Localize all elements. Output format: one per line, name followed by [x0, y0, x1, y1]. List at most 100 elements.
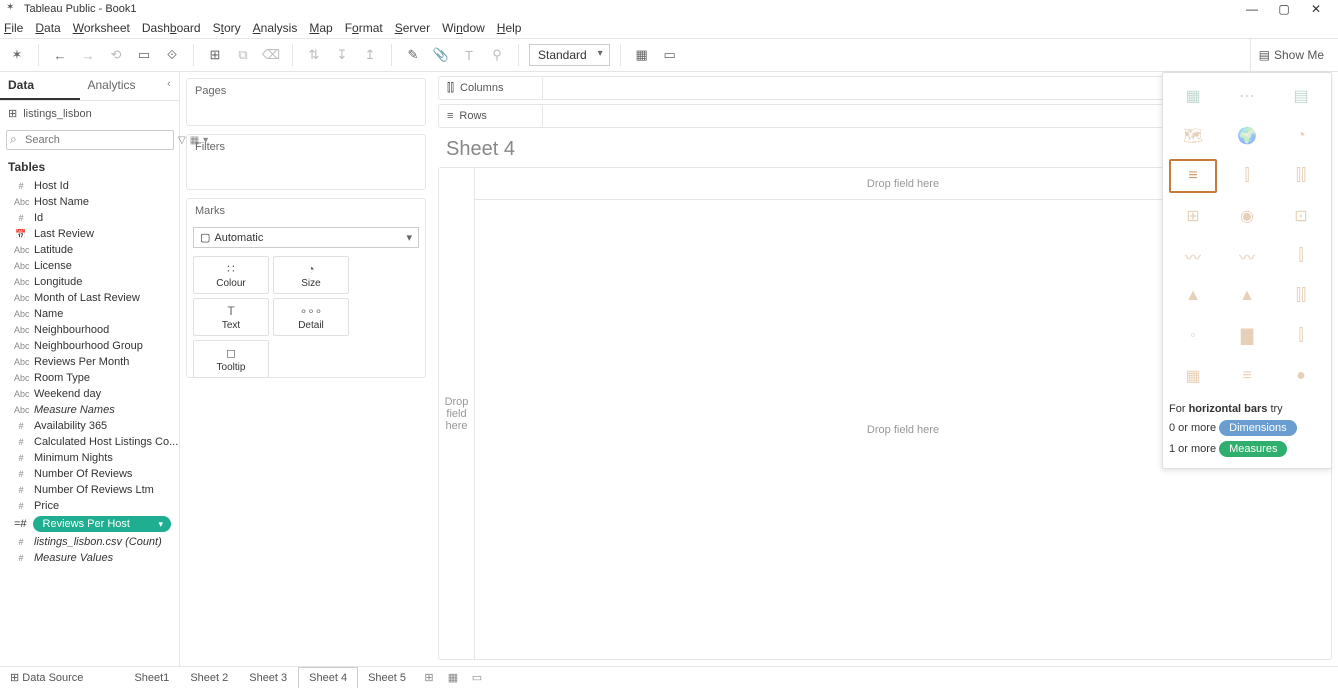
search-input[interactable] [6, 130, 174, 150]
tab-sheet-2[interactable]: Sheet 2 [180, 668, 239, 688]
drop-left-zone[interactable]: Drop field here [439, 168, 475, 659]
pin-icon[interactable]: 📎 [430, 44, 452, 66]
field-host-id[interactable]: #Host Id [0, 178, 179, 194]
chart-type-stacked-bars[interactable]: ⫿ [1223, 159, 1271, 193]
chart-type-bullet[interactable]: ≡ [1223, 359, 1271, 393]
tab-data[interactable]: Data [0, 72, 80, 100]
swap-icon[interactable]: ⇅ [303, 44, 325, 66]
chart-type-heat-map[interactable]: ⋯ [1223, 79, 1271, 113]
field-license[interactable]: AbcLicense [0, 258, 179, 274]
field-number-of-reviews[interactable]: #Number Of Reviews [0, 466, 179, 482]
chart-type-dual-combination[interactable]: ⫿⫿ [1277, 279, 1325, 313]
minimize-button[interactable]: ― [1236, 2, 1268, 16]
field-calculated-host-listings-co-[interactable]: #Calculated Host Listings Co... [0, 434, 179, 450]
field-month-of-last-review[interactable]: AbcMonth of Last Review [0, 290, 179, 306]
tab-sheet-5[interactable]: Sheet 5 [358, 668, 417, 688]
menu-server[interactable]: Server [395, 21, 430, 35]
field-reviews-per-month[interactable]: AbcReviews Per Month [0, 354, 179, 370]
field-id[interactable]: #Id [0, 210, 179, 226]
new-data-icon[interactable]: ⟐ [161, 44, 183, 66]
duplicate-icon[interactable]: ⧉ [232, 44, 254, 66]
field-latitude[interactable]: AbcLatitude [0, 242, 179, 258]
chart-type-box-plot[interactable]: ⫿ [1277, 319, 1325, 353]
fit-select[interactable]: Standard [529, 44, 610, 66]
maximize-button[interactable]: ▢ [1268, 2, 1300, 16]
field-name[interactable]: AbcName [0, 306, 179, 322]
field-longitude[interactable]: AbcLongitude [0, 274, 179, 290]
field-measure-names[interactable]: AbcMeasure Names [0, 402, 179, 418]
chart-type-filled-map[interactable]: 🌍 [1223, 119, 1271, 153]
field-number-of-reviews-ltm[interactable]: #Number Of Reviews Ltm [0, 482, 179, 498]
tab-analytics[interactable]: Analytics [80, 72, 160, 100]
revert-icon[interactable]: ⟲ [105, 44, 127, 66]
chart-type-pie[interactable]: ◔ [1277, 119, 1325, 153]
chart-type-treemap[interactable]: ⊞ [1169, 199, 1217, 233]
collapse-pane-icon[interactable]: ‹ [159, 72, 179, 100]
clear-icon[interactable]: ⌫ [260, 44, 282, 66]
field-price[interactable]: #Price [0, 498, 179, 514]
chart-type-side-by-side-bars[interactable]: ⫿⫿ [1277, 159, 1325, 193]
label-icon[interactable]: T [458, 44, 480, 66]
presentation-icon[interactable]: ▭ [659, 44, 681, 66]
field-host-name[interactable]: AbcHost Name [0, 194, 179, 210]
tab-sheet1[interactable]: Sheet1 [124, 668, 180, 688]
field-measure-values[interactable]: #Measure Values [0, 550, 179, 566]
chart-type-highlight-table[interactable]: ▤ [1277, 79, 1325, 113]
new-dashboard-icon[interactable]: ▦ [441, 671, 465, 684]
menu-help[interactable]: Help [497, 21, 522, 35]
chart-type-packed-bubbles[interactable]: ● [1277, 359, 1325, 393]
colour-button[interactable]: ∷Colour [193, 256, 269, 294]
chart-type-gantt[interactable]: ▦ [1169, 359, 1217, 393]
menu-window[interactable]: Window [442, 21, 485, 35]
new-sheet-icon[interactable]: ⊞ [204, 44, 226, 66]
save-icon[interactable]: ▭ [133, 44, 155, 66]
text-button[interactable]: TText [193, 298, 269, 336]
field-last-review[interactable]: 📅Last Review [0, 226, 179, 242]
datasource-item[interactable]: ⊞ listings_lisbon [0, 101, 179, 126]
tableau-logo-icon[interactable]: ✶ [6, 44, 28, 66]
filters-shelf[interactable]: Filters [186, 134, 426, 190]
chart-type-side-by-side-circles[interactable]: ⊡ [1277, 199, 1325, 233]
field-neighbourhood-group[interactable]: AbcNeighbourhood Group [0, 338, 179, 354]
menu-map[interactable]: Map [309, 21, 332, 35]
chart-type-area-continuous[interactable]: ▲ [1169, 279, 1217, 313]
chart-type-text-table[interactable]: ▦ [1169, 79, 1217, 113]
menu-file[interactable]: File [4, 21, 23, 35]
close-button[interactable]: ✕ [1300, 2, 1332, 16]
new-worksheet-icon[interactable]: ⊞ [417, 671, 441, 684]
chart-type-dual-lines[interactable]: ⫿ [1277, 239, 1325, 273]
menu-analysis[interactable]: Analysis [253, 21, 298, 35]
chart-type-circle-views[interactable]: ◉ [1223, 199, 1271, 233]
sort-desc-icon[interactable]: ↥ [359, 44, 381, 66]
tab-sheet-4[interactable]: Sheet 4 [298, 667, 358, 688]
marks-type-select[interactable]: ▢ Automatic [193, 227, 419, 248]
field-availability-365[interactable]: #Availability 365 [0, 418, 179, 434]
tooltip-button[interactable]: ◻Tooltip [193, 340, 269, 378]
chart-type-lines-discrete[interactable]: 〰 [1223, 239, 1271, 273]
format-icon[interactable]: ⚲ [486, 44, 508, 66]
menu-dashboard[interactable]: Dashboard [142, 21, 201, 35]
field-room-type[interactable]: AbcRoom Type [0, 370, 179, 386]
detail-button[interactable]: ∘∘∘Detail [273, 298, 349, 336]
tab-sheet-3[interactable]: Sheet 3 [239, 668, 298, 688]
size-button[interactable]: ◔Size [273, 256, 349, 294]
cards-icon[interactable]: ▦ [631, 44, 653, 66]
show-me-button[interactable]: ▤Show Me [1250, 39, 1332, 71]
new-story-icon[interactable]: ▭ [465, 671, 489, 684]
chart-type-symbol-map[interactable]: 🗺 [1169, 119, 1217, 153]
forward-button[interactable]: → [77, 44, 99, 66]
chart-type-horizontal-bars[interactable]: ≡ [1169, 159, 1217, 193]
chart-type-scatter[interactable]: ◦ [1169, 319, 1217, 353]
menu-format[interactable]: Format [345, 21, 383, 35]
chart-type-area-discrete[interactable]: ▲ [1223, 279, 1271, 313]
menu-story[interactable]: Story [213, 21, 241, 35]
field-minimum-nights[interactable]: #Minimum Nights [0, 450, 179, 466]
field-listings-lisbon-csv-count-[interactable]: #listings_lisbon.csv (Count) [0, 534, 179, 550]
tab-data-source[interactable]: ⊞ Data Source [0, 667, 94, 688]
field-weekend-day[interactable]: AbcWeekend day [0, 386, 179, 402]
menu-data[interactable]: Data [35, 21, 60, 35]
field-neighbourhood[interactable]: AbcNeighbourhood [0, 322, 179, 338]
highlight-icon[interactable]: ✎ [402, 44, 424, 66]
chart-type-histogram[interactable]: ▇ [1223, 319, 1271, 353]
menu-worksheet[interactable]: Worksheet [73, 21, 130, 35]
